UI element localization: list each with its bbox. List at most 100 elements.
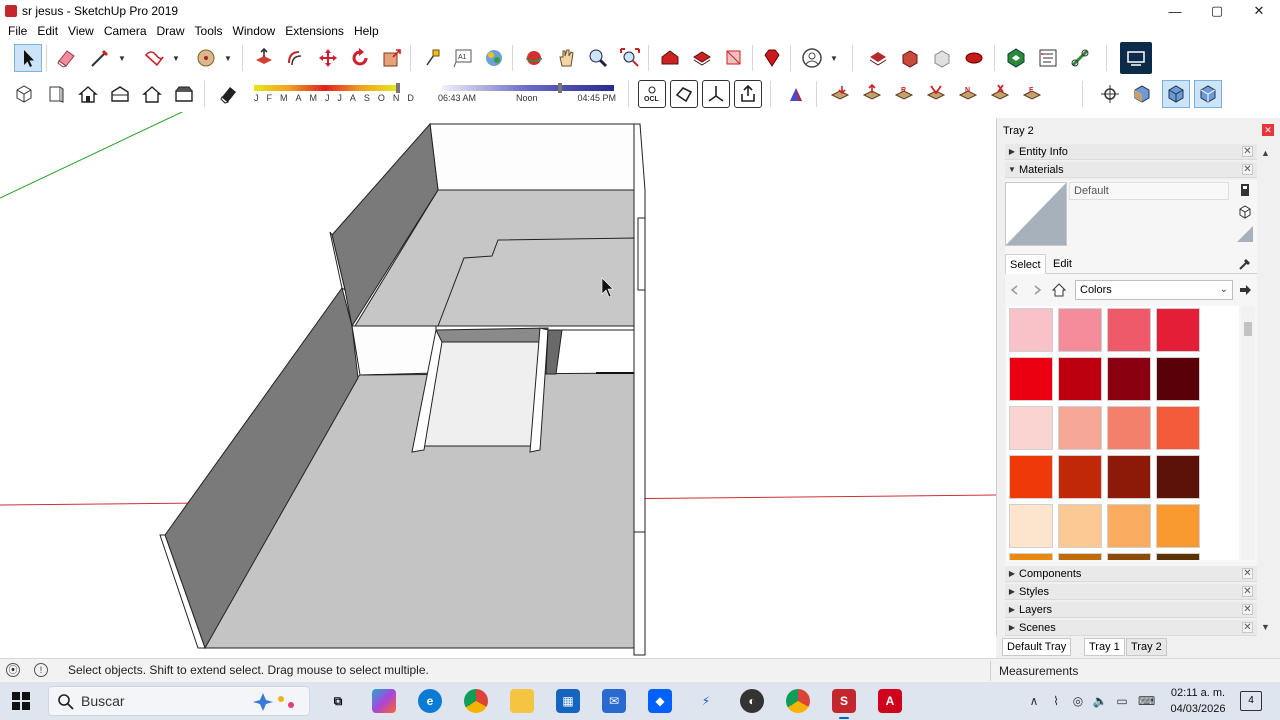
left-view-icon[interactable] [170, 80, 198, 108]
panel-components[interactable]: ▶ Components ✕ [1005, 566, 1257, 582]
menu-file[interactable]: File [3, 24, 32, 38]
close-button[interactable]: ✕ [1238, 0, 1280, 22]
maximize-button[interactable]: ▢ [1196, 0, 1238, 22]
scroll-up-icon[interactable]: ▲ [1261, 148, 1270, 158]
mail-icon[interactable]: ✉ [602, 689, 626, 713]
panel-close-icon[interactable]: ✕ [1242, 568, 1253, 579]
home-icon[interactable] [1051, 282, 1067, 298]
axes-icon[interactable] [702, 80, 730, 108]
material-swatch[interactable] [1009, 455, 1053, 499]
panel-styles[interactable]: ▶ Styles ✕ [1005, 584, 1257, 600]
offset-icon[interactable] [282, 44, 310, 72]
orbit-icon[interactable] [520, 44, 548, 72]
create-material-icon[interactable] [1237, 182, 1253, 198]
menu-edit[interactable]: Edit [32, 24, 63, 38]
top-view-icon[interactable] [42, 80, 70, 108]
section-plane-icon[interactable] [928, 44, 956, 72]
details-arrow-icon[interactable] [1237, 282, 1253, 298]
material-swatch[interactable] [1107, 455, 1151, 499]
menu-extensions[interactable]: Extensions [280, 24, 349, 38]
sketchup-taskbar-icon[interactable]: S [832, 689, 856, 719]
taskbar-search[interactable]: Buscar [48, 686, 310, 716]
material-swatch[interactable] [1156, 455, 1200, 499]
material-swatch[interactable] [1156, 504, 1200, 548]
display-secondary-icon[interactable] [1237, 226, 1253, 242]
volume-icon[interactable]: 🔈 [1092, 693, 1108, 709]
walk-icon[interactable] [1096, 80, 1124, 108]
dialog-icon[interactable] [1120, 42, 1152, 74]
material-swatch[interactable] [1107, 504, 1151, 548]
dropbox-icon[interactable]: ◆ [648, 689, 672, 713]
paint-icon[interactable] [782, 80, 810, 108]
tab-tray-1[interactable]: Tray 1 [1084, 638, 1125, 656]
freehand-dropdown-icon[interactable]: ▼ [172, 44, 180, 72]
freehand-icon[interactable] [140, 44, 168, 72]
eyedropper-icon[interactable] [1237, 256, 1253, 272]
menu-draw[interactable]: Draw [152, 24, 190, 38]
material-swatch[interactable] [1058, 504, 1102, 548]
material-swatch[interactable] [1058, 553, 1102, 560]
panel-close-icon[interactable]: ✕ [1242, 146, 1253, 157]
material-swatch[interactable] [1009, 406, 1053, 450]
style-icon[interactable] [960, 44, 988, 72]
material-swatch[interactable] [1009, 553, 1053, 560]
taskbar-clock[interactable]: 02:11 a. m. 04/03/2026 [1166, 685, 1230, 717]
copilot-icon[interactable] [372, 689, 396, 713]
plugin-icon[interactable] [1066, 44, 1094, 72]
account-icon[interactable] [798, 44, 826, 72]
tool-e-icon[interactable]: N [954, 80, 982, 108]
push-pull-icon[interactable] [250, 44, 278, 72]
menu-camera[interactable]: Camera [99, 24, 152, 38]
material-swatch[interactable] [1107, 406, 1151, 450]
autocad-icon[interactable]: A [878, 689, 902, 713]
measurements-box[interactable]: Measurements [990, 661, 1280, 681]
zoom-extents-icon[interactable] [616, 44, 644, 72]
minimize-button[interactable]: — [1154, 0, 1196, 22]
chevron-up-icon[interactable]: ∧ [1026, 693, 1042, 709]
zoom-icon[interactable] [584, 44, 612, 72]
sample-paint-icon[interactable] [1237, 204, 1253, 220]
layout-icon[interactable] [720, 44, 748, 72]
tape-measure-icon[interactable] [418, 44, 446, 72]
file-explorer-icon[interactable] [510, 689, 534, 713]
cube-view-c-icon[interactable] [1194, 80, 1222, 108]
swatch-scrollbar[interactable] [1241, 306, 1255, 560]
eraser-shadow-icon[interactable] [214, 80, 242, 108]
material-swatch[interactable] [1156, 308, 1200, 352]
material-swatch[interactable] [1107, 553, 1151, 560]
geolocation-icon[interactable]: ⦿ [6, 663, 20, 677]
panel-close-icon[interactable]: ✕ [1242, 622, 1253, 633]
library-select[interactable]: Colors ⌄ [1075, 280, 1233, 300]
panel-materials[interactable]: ▼ Materials ✕ [1005, 162, 1257, 178]
extension-warehouse-icon[interactable] [688, 44, 716, 72]
chrome-icon[interactable] [464, 689, 488, 713]
material-swatch[interactable] [1009, 308, 1053, 352]
obs-icon[interactable]: ◐ [740, 689, 764, 713]
eraser-icon[interactable] [52, 44, 80, 72]
pan-icon[interactable] [552, 44, 580, 72]
menu-window[interactable]: Window [228, 24, 281, 38]
tab-default-tray[interactable]: Default Tray [1002, 638, 1072, 656]
material-swatch[interactable] [1009, 357, 1053, 401]
scroll-down-icon[interactable]: ▼ [1261, 622, 1270, 632]
windows-start-icon[interactable] [12, 692, 30, 710]
panel-layers[interactable]: ▶ Layers ✕ [1005, 602, 1257, 618]
paint-bucket-icon[interactable] [480, 44, 508, 72]
material-swatch[interactable] [1009, 504, 1053, 548]
shape-icon[interactable] [670, 80, 698, 108]
panel-scenes[interactable]: ▶ Scenes ✕ [1005, 620, 1257, 636]
keyboard-icon[interactable]: ⌨ [1138, 693, 1155, 709]
sandbox-icon[interactable] [864, 44, 892, 72]
tab-edit[interactable]: Edit [1049, 254, 1076, 274]
tool-a-icon[interactable] [826, 80, 854, 108]
tool-b-icon[interactable] [858, 80, 886, 108]
rotate-icon[interactable] [346, 44, 374, 72]
material-name-field[interactable]: Default [1069, 182, 1229, 200]
modeling-viewport[interactable] [0, 112, 996, 658]
back-arrow-icon[interactable] [1007, 282, 1023, 298]
console-icon[interactable] [1034, 44, 1062, 72]
line-dropdown-icon[interactable]: ▼ [118, 44, 126, 72]
material-swatch[interactable] [1058, 455, 1102, 499]
panel-close-icon[interactable]: ✕ [1242, 164, 1253, 175]
month-slider-thumb[interactable] [396, 83, 400, 93]
